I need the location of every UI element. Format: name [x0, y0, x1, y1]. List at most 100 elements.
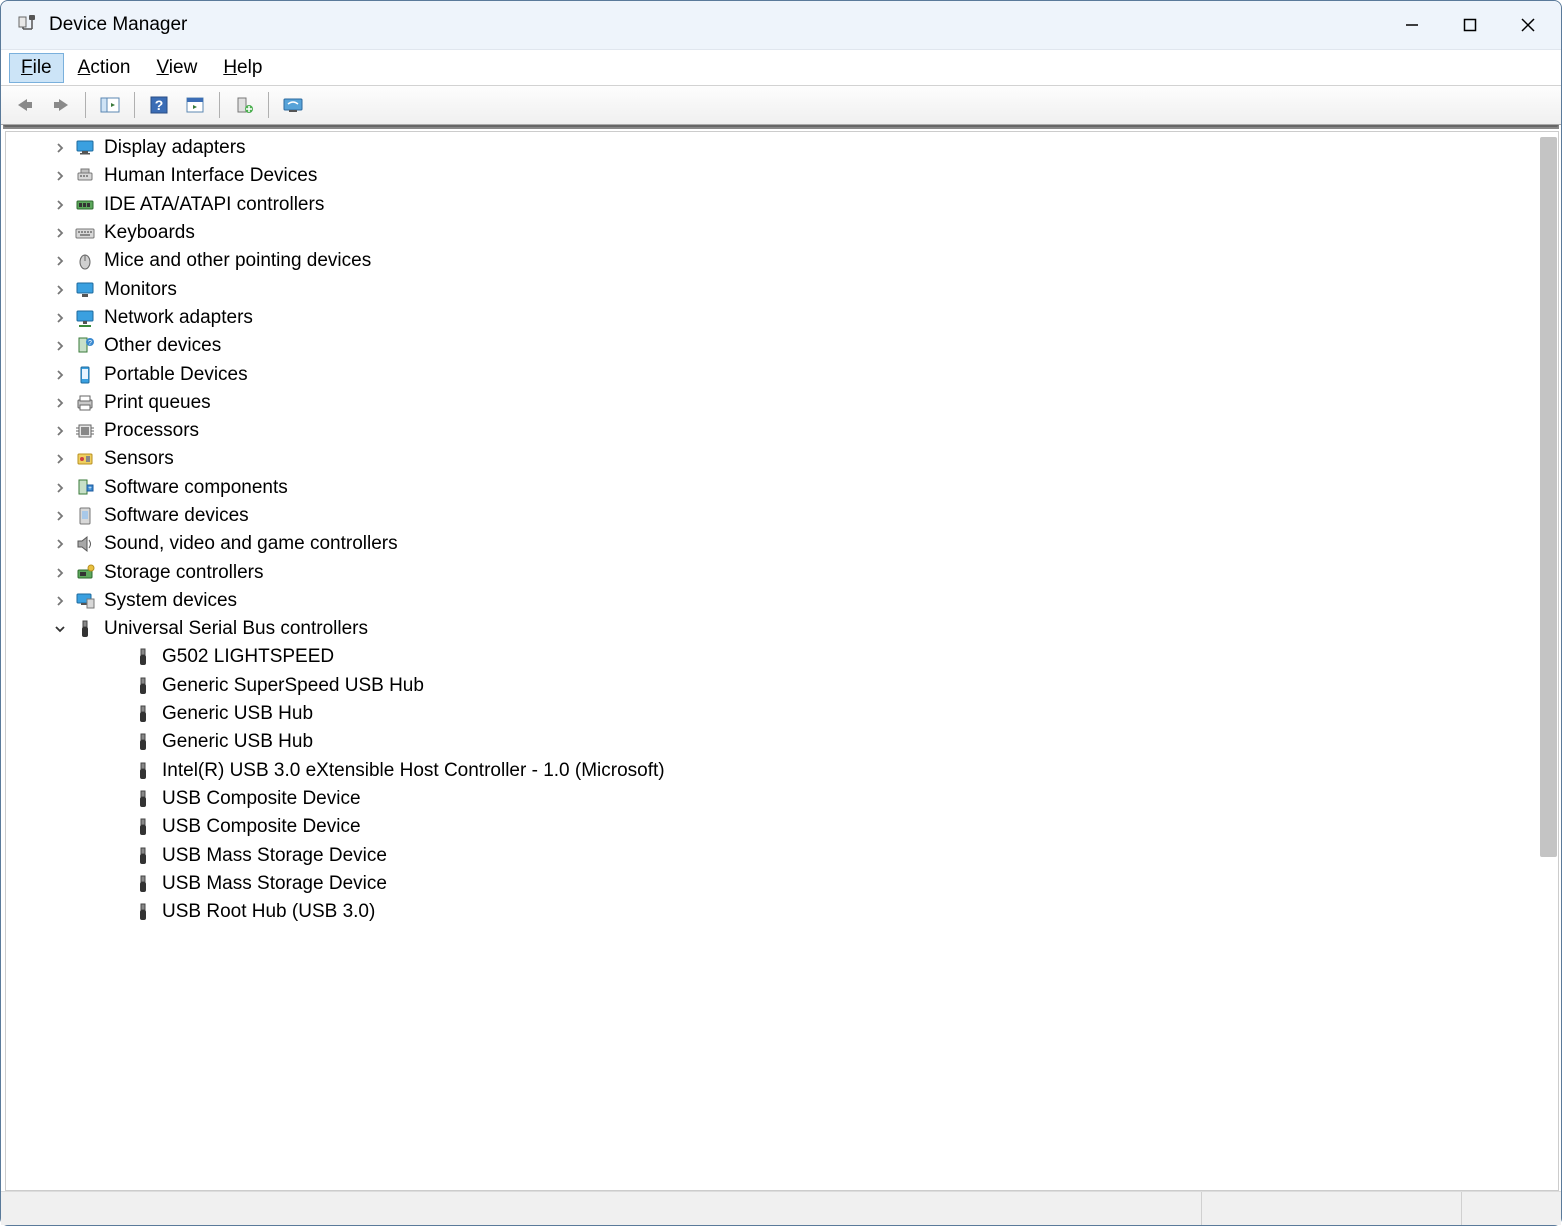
tree-category-item[interactable]: Portable Devices: [6, 360, 1558, 388]
tree-item-label: Monitors: [104, 279, 177, 301]
tree-item-label: Storage controllers: [104, 562, 263, 584]
tree-category-item[interactable]: Monitors: [6, 275, 1558, 303]
chevron-right-icon[interactable]: [52, 423, 68, 439]
scrollbar-thumb[interactable]: [1540, 137, 1557, 857]
tree-category-item[interactable]: Sensors: [6, 445, 1558, 473]
tree-category-item[interactable]: +Software components: [6, 474, 1558, 502]
chevron-right-icon[interactable]: [52, 282, 68, 298]
tree-category-item[interactable]: Software devices: [6, 502, 1558, 530]
usb-icon: [132, 816, 154, 838]
status-cell: [1, 1192, 1201, 1225]
maximize-button[interactable]: [1441, 1, 1499, 49]
tree-item-label: USB Composite Device: [162, 816, 361, 838]
chevron-right-icon[interactable]: [52, 451, 68, 467]
back-button[interactable]: [8, 90, 42, 120]
usb-icon: [132, 646, 154, 668]
chevron-right-icon[interactable]: [52, 225, 68, 241]
display-icon: [74, 137, 96, 159]
tree-item-label: Processors: [104, 420, 199, 442]
usb-icon: [74, 618, 96, 640]
tree-device-item[interactable]: Intel(R) USB 3.0 eXtensible Host Control…: [6, 757, 1558, 785]
tree-item-label: Generic USB Hub: [162, 703, 313, 725]
chevron-right-icon[interactable]: [52, 480, 68, 496]
tree-device-item[interactable]: USB Mass Storage Device: [6, 870, 1558, 898]
tree-item-label: USB Mass Storage Device: [162, 873, 387, 895]
tree-item-label: Sensors: [104, 448, 174, 470]
forward-button[interactable]: [44, 90, 78, 120]
tree-category-item[interactable]: IDE ATA/ATAPI controllers: [6, 191, 1558, 219]
tree-device-item[interactable]: USB Composite Device: [6, 813, 1558, 841]
tree-item-label: Mice and other pointing devices: [104, 250, 371, 272]
tree-category-item[interactable]: ?Other devices: [6, 332, 1558, 360]
scan-hardware-button[interactable]: [276, 90, 310, 120]
tree-item-label: USB Mass Storage Device: [162, 845, 387, 867]
svg-text:?: ?: [155, 97, 164, 113]
tree-item-label: Network adapters: [104, 307, 253, 329]
usb-icon: [132, 675, 154, 697]
tree-category-item[interactable]: Human Interface Devices: [6, 162, 1558, 190]
help-button[interactable]: ?: [142, 90, 176, 120]
chevron-down-icon[interactable]: [52, 621, 68, 637]
show-hide-console-tree-button[interactable]: [93, 90, 127, 120]
tree-item-label: Portable Devices: [104, 364, 248, 386]
chevron-right-icon[interactable]: [52, 140, 68, 156]
monitor-icon: [74, 279, 96, 301]
tree-device-item[interactable]: Generic USB Hub: [6, 700, 1558, 728]
tree-item-label: Universal Serial Bus controllers: [104, 618, 368, 640]
chevron-right-icon[interactable]: [52, 536, 68, 552]
minimize-button[interactable]: [1383, 1, 1441, 49]
update-driver-button[interactable]: [227, 90, 261, 120]
tree-item-label: Print queues: [104, 392, 211, 414]
tree-category-item[interactable]: Sound, video and game controllers: [6, 530, 1558, 558]
tree-item-label: IDE ATA/ATAPI controllers: [104, 194, 324, 216]
device-tree[interactable]: Display adapters Human Interface Devices I…: [5, 131, 1559, 1191]
statusbar: [1, 1191, 1561, 1225]
chevron-right-icon[interactable]: [52, 168, 68, 184]
usb-icon: [132, 845, 154, 867]
window-controls: [1383, 1, 1557, 49]
chevron-right-icon[interactable]: [52, 197, 68, 213]
menubar: File Action View Help: [1, 49, 1561, 85]
system-icon: [74, 590, 96, 612]
chevron-right-icon[interactable]: [52, 593, 68, 609]
tree-category-item[interactable]: System devices: [6, 587, 1558, 615]
chevron-right-icon[interactable]: [52, 310, 68, 326]
menu-view[interactable]: View: [144, 53, 209, 83]
usb-icon: [132, 901, 154, 923]
tree-device-item[interactable]: USB Root Hub (USB 3.0): [6, 898, 1558, 926]
tree-device-item[interactable]: Generic SuperSpeed USB Hub: [6, 672, 1558, 700]
portable-icon: [74, 364, 96, 386]
tree-device-item[interactable]: USB Composite Device: [6, 785, 1558, 813]
menu-action[interactable]: Action: [66, 53, 143, 83]
tree-item-label: Keyboards: [104, 222, 195, 244]
toolbar-separator: [219, 92, 220, 118]
network-icon: [74, 307, 96, 329]
tree-category-item[interactable]: Processors: [6, 417, 1558, 445]
tree-category-item[interactable]: Print queues: [6, 389, 1558, 417]
menu-help[interactable]: Help: [211, 53, 274, 83]
chevron-right-icon[interactable]: [52, 253, 68, 269]
tree-item-label: Human Interface Devices: [104, 165, 317, 187]
tree-item-label: USB Root Hub (USB 3.0): [162, 901, 375, 923]
tree-item-label: Generic SuperSpeed USB Hub: [162, 675, 424, 697]
storage-icon: [74, 562, 96, 584]
tree-device-item[interactable]: Generic USB Hub: [6, 728, 1558, 756]
tree-category-item[interactable]: Storage controllers: [6, 558, 1558, 586]
tree-category-item[interactable]: Universal Serial Bus controllers: [6, 615, 1558, 643]
tree-category-item[interactable]: Display adapters: [6, 134, 1558, 162]
tree-device-item[interactable]: G502 LIGHTSPEED: [6, 643, 1558, 671]
close-button[interactable]: [1499, 1, 1557, 49]
properties-button[interactable]: [178, 90, 212, 120]
tree-category-item[interactable]: Network adapters: [6, 304, 1558, 332]
toolbar-separator: [85, 92, 86, 118]
chevron-right-icon[interactable]: [52, 338, 68, 354]
chevron-right-icon[interactable]: [52, 565, 68, 581]
chevron-right-icon[interactable]: [52, 508, 68, 524]
tree-device-item[interactable]: USB Mass Storage Device: [6, 841, 1558, 869]
tree-item-label: Sound, video and game controllers: [104, 533, 398, 555]
tree-category-item[interactable]: Mice and other pointing devices: [6, 247, 1558, 275]
menu-file[interactable]: File: [9, 53, 64, 83]
chevron-right-icon[interactable]: [52, 367, 68, 383]
tree-category-item[interactable]: Keyboards: [6, 219, 1558, 247]
chevron-right-icon[interactable]: [52, 395, 68, 411]
